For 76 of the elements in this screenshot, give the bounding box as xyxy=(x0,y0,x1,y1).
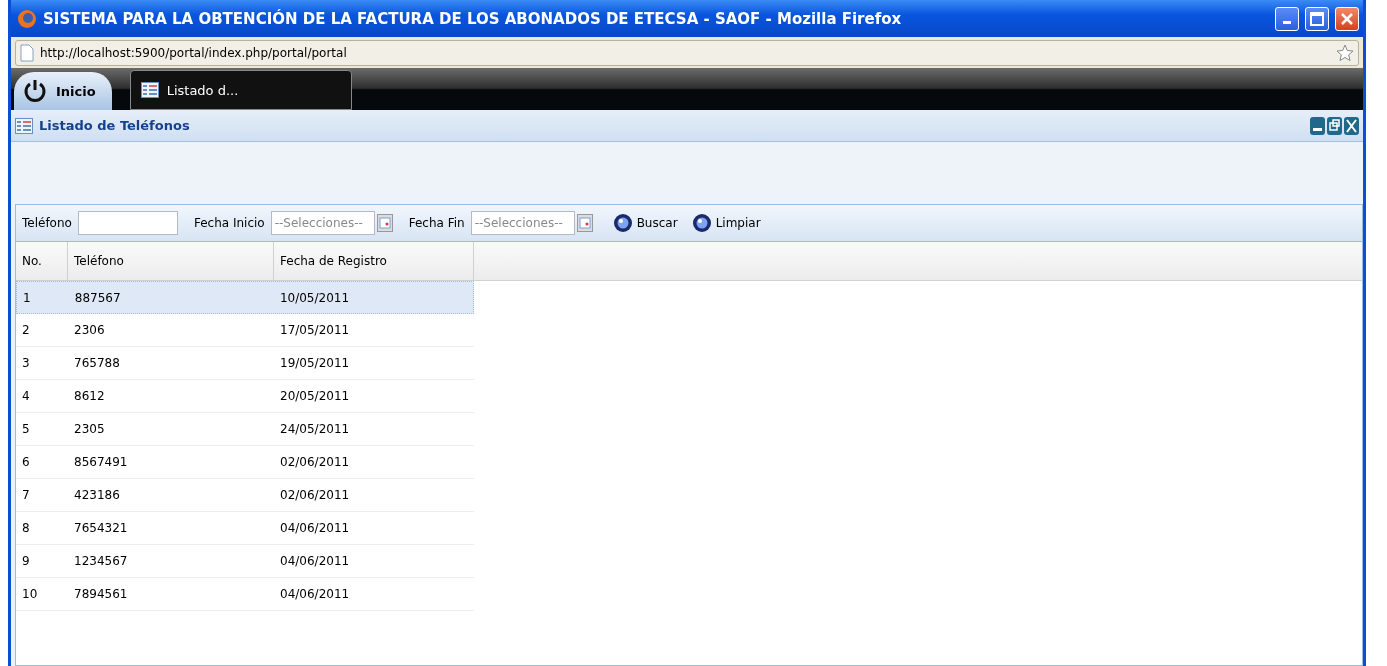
table-cell-text: 7654321 xyxy=(73,520,129,537)
table-row[interactable]: 2 2306 17/05/2011 xyxy=(16,314,474,347)
table-cell-text: 19/05/2011 xyxy=(279,355,351,372)
table-cell-text: 02/06/2011 xyxy=(279,487,351,504)
close-button[interactable] xyxy=(1335,6,1359,31)
table-cell-text: 2 xyxy=(21,322,31,339)
window-title: SISTEMA PARA LA OBTENCIÓN DE LA FACTURA DE LOS ABONADOS DE ETECSA - SAOF - Mozilla Firefox xyxy=(43,9,903,28)
task-tab[interactable]: Listado d... xyxy=(129,70,352,110)
table-cell-text: 6 xyxy=(21,454,31,471)
start-button[interactable]: Inicio xyxy=(14,72,112,110)
table-cell-text: 17/05/2011 xyxy=(279,322,351,339)
phone-field[interactable] xyxy=(77,211,178,235)
column-header[interactable]: No. xyxy=(16,242,68,280)
table-cell-text: 3 xyxy=(21,355,31,372)
table-cell-text: 423186 xyxy=(73,487,121,504)
close-icon xyxy=(1340,11,1354,26)
table-cell-text: 24/05/2011 xyxy=(279,421,351,438)
date-field[interactable]: --Selecciones-- xyxy=(270,211,375,235)
table-cell-text: 20/05/2011 xyxy=(279,388,351,405)
table-row[interactable]: 1 887567 10/05/2011 xyxy=(16,281,474,314)
toolbar-button[interactable]: Limpiar xyxy=(687,213,765,233)
table-row[interactable]: 3 765788 19/05/2011 xyxy=(16,347,474,380)
table-cell-text: 7 xyxy=(21,487,31,504)
restore-icon[interactable] xyxy=(1327,116,1342,135)
minimize-icon xyxy=(1283,21,1291,24)
power-icon xyxy=(22,78,48,104)
field-label: Fecha Inicio xyxy=(193,216,265,230)
column-header[interactable]: Teléfono xyxy=(68,242,274,280)
toolbar-button[interactable]: Buscar xyxy=(608,213,682,233)
table-cell-text: 1234567 xyxy=(73,553,129,570)
table-row[interactable]: 10 7894561 04/06/2011 xyxy=(16,578,474,611)
table-cell-text: 04/06/2011 xyxy=(279,586,351,603)
star-icon[interactable] xyxy=(1336,43,1354,62)
table-cell-text: 2305 xyxy=(73,421,106,438)
table-cell-text: 10/05/2011 xyxy=(278,289,351,307)
panel-title: Listado de Teléfonos xyxy=(39,118,191,133)
address-bar[interactable]: http://localhost:5900/portal/index.php/portal/portal xyxy=(15,39,1359,66)
field-label: Teléfono xyxy=(22,216,72,230)
date-field[interactable]: --Selecciones-- xyxy=(470,211,575,235)
table-cell-text: 5 xyxy=(21,421,31,438)
minimize-icon[interactable] xyxy=(1310,116,1325,135)
calendar-icon[interactable] xyxy=(376,214,393,232)
orb-icon xyxy=(612,213,633,233)
table-cell-text: 4 xyxy=(21,388,31,405)
table-cell-text: 04/06/2011 xyxy=(279,520,351,537)
table-row[interactable]: 4 8612 20/05/2011 xyxy=(16,380,474,413)
table-cell-text: 8612 xyxy=(73,388,106,405)
table-row[interactable]: 7 423186 02/06/2011 xyxy=(16,479,474,512)
page-icon xyxy=(20,43,34,62)
table-cell-text: 7894561 xyxy=(73,586,129,603)
globe-icon xyxy=(17,8,37,29)
table-cell-text: 02/06/2011 xyxy=(279,454,351,471)
table-cell-text: 9 xyxy=(21,553,31,570)
field-label: Fecha Fin xyxy=(408,216,465,230)
list-icon xyxy=(15,117,33,134)
table-cell-text: 765788 xyxy=(73,355,121,372)
maximize-icon xyxy=(1310,11,1324,26)
close-icon[interactable] xyxy=(1344,116,1359,135)
table-cell-text: 1 xyxy=(22,289,32,307)
table-cell-text: 8 xyxy=(21,520,31,537)
table-cell-text: 04/06/2011 xyxy=(279,553,351,570)
table-cell-text: 10 xyxy=(21,586,39,603)
maximize-button[interactable] xyxy=(1305,6,1329,31)
calendar-icon[interactable] xyxy=(576,214,593,232)
table-row[interactable]: 9 1234567 04/06/2011 xyxy=(16,545,474,578)
table-row[interactable]: 8 7654321 04/06/2011 xyxy=(16,512,474,545)
minimize-button[interactable] xyxy=(1275,6,1299,31)
table-row[interactable]: 6 8567491 02/06/2011 xyxy=(16,446,474,479)
table-row[interactable]: 5 2305 24/05/2011 xyxy=(16,413,474,446)
table-cell-text: 2306 xyxy=(73,322,106,339)
column-header[interactable]: Fecha de Registro xyxy=(274,242,474,280)
list-icon xyxy=(140,82,159,98)
orb-icon xyxy=(691,213,712,233)
table-cell-text: 8567491 xyxy=(73,454,129,471)
url-text: http://localhost:5900/portal/index.php/portal/portal xyxy=(40,45,347,60)
table-cell-text: 887567 xyxy=(73,289,122,307)
